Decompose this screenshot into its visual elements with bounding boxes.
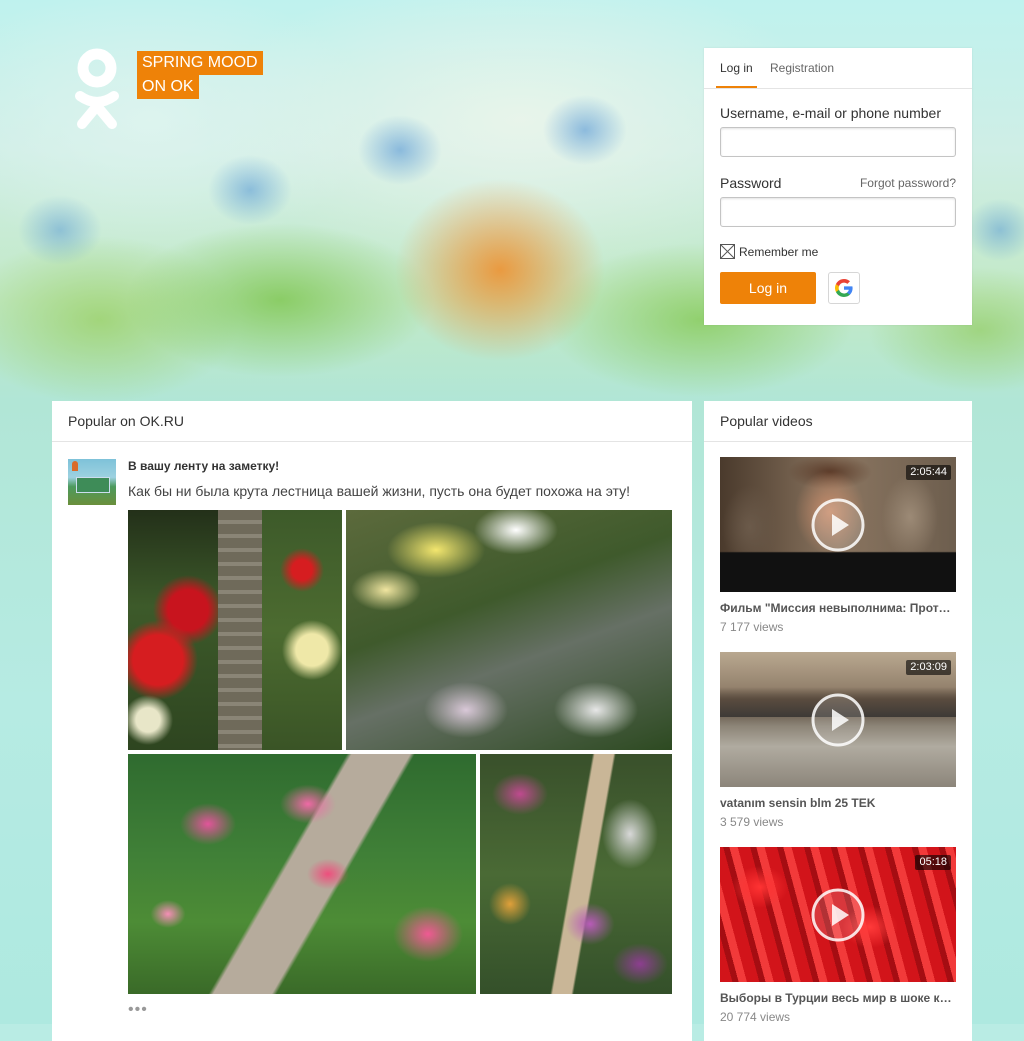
remember-me[interactable]: Remember me bbox=[720, 244, 818, 259]
login-button[interactable]: Log in bbox=[720, 272, 816, 304]
slogan-line-1: SPRING MOOD bbox=[137, 51, 263, 75]
video-title[interactable]: Фильм "Миссия невыполнима: Протокол Фант… bbox=[720, 601, 956, 615]
password-label: Password bbox=[720, 175, 782, 191]
post-photo-4[interactable] bbox=[480, 754, 672, 994]
video-title[interactable]: vatanım sensin blm 25 TEK bbox=[720, 796, 956, 810]
post-photo-2[interactable] bbox=[346, 510, 672, 750]
tab-login[interactable]: Log in bbox=[716, 61, 757, 88]
post-photo-1[interactable] bbox=[128, 510, 342, 750]
login-panel: Log in Registration Username, e-mail or … bbox=[704, 48, 972, 325]
google-login-button[interactable] bbox=[828, 272, 860, 304]
video-item[interactable]: 2:05:44 Фильм "Миссия невыполнима: Прото… bbox=[720, 457, 956, 634]
tab-registration[interactable]: Registration bbox=[770, 61, 834, 75]
slogan-line-2: ON OK bbox=[137, 75, 199, 99]
username-label: Username, e-mail or phone number bbox=[720, 105, 941, 121]
login-tabs: Log in Registration bbox=[704, 48, 972, 89]
play-icon[interactable] bbox=[810, 497, 866, 553]
video-thumbnail[interactable]: 2:03:09 bbox=[720, 652, 956, 787]
video-duration: 05:18 bbox=[915, 855, 951, 870]
videos-title: Popular videos bbox=[704, 401, 972, 442]
video-views: 3 579 views bbox=[720, 815, 784, 829]
username-input[interactable] bbox=[720, 127, 956, 157]
remember-label: Remember me bbox=[739, 245, 819, 259]
post-author[interactable]: В вашу ленту на заметку! bbox=[128, 459, 279, 473]
video-item[interactable]: 2:03:09 vatanım sensin blm 25 TEK 3 579 … bbox=[720, 652, 956, 829]
avatar[interactable] bbox=[68, 459, 116, 505]
password-input[interactable] bbox=[720, 197, 956, 227]
post-photo-3[interactable] bbox=[128, 754, 476, 994]
popular-block: Popular on OK.RU В вашу ленту на заметку… bbox=[52, 401, 692, 1041]
video-views: 20 774 views bbox=[720, 1010, 791, 1024]
play-icon[interactable] bbox=[810, 887, 866, 943]
video-views: 7 177 views bbox=[720, 620, 784, 634]
video-thumbnail[interactable]: 05:18 bbox=[720, 847, 956, 982]
video-duration: 2:03:09 bbox=[906, 660, 951, 675]
forgot-password-link[interactable]: Forgot password? bbox=[860, 176, 956, 190]
ok-logo-icon[interactable] bbox=[72, 48, 122, 132]
popular-title: Popular on OK.RU bbox=[52, 401, 692, 442]
play-icon[interactable] bbox=[810, 692, 866, 748]
video-item[interactable]: 05:18 Выборы в Турции весь мир в шоке ка… bbox=[720, 847, 956, 1024]
google-icon bbox=[835, 279, 853, 297]
more-button[interactable]: ••• bbox=[128, 1001, 148, 1019]
remember-checkbox[interactable] bbox=[720, 244, 735, 259]
videos-block: Popular videos 2:05:44 Фильм "Миссия нев… bbox=[704, 401, 972, 1041]
video-duration: 2:05:44 bbox=[906, 465, 951, 480]
video-thumbnail[interactable]: 2:05:44 bbox=[720, 457, 956, 592]
post-text: Как бы ни была крута лестница вашей жизн… bbox=[128, 483, 630, 499]
video-title[interactable]: Выборы в Турции весь мир в шоке как ... bbox=[720, 991, 956, 1005]
slogan: SPRING MOOD ON OK bbox=[137, 51, 263, 99]
